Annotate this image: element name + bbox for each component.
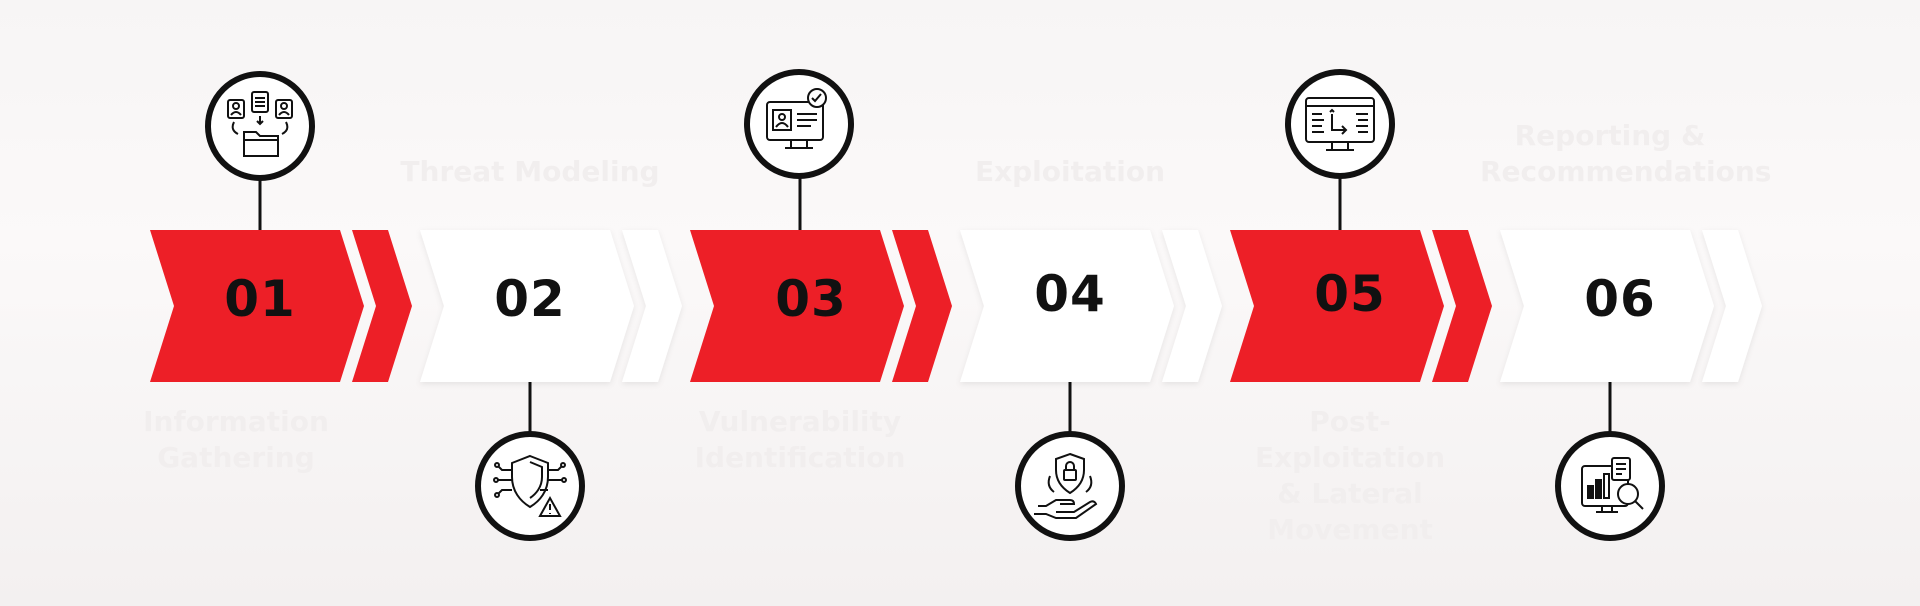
step-label-04: Exploitation [974, 155, 1166, 188]
monitor-id-check-icon [743, 68, 855, 180]
step-label-03: Vulnerability Identification [694, 405, 906, 474]
step-number-03: 03 [775, 270, 847, 328]
step-number-06: 06 [1584, 270, 1656, 328]
step-number-04: 04 [1034, 265, 1106, 323]
step-number-05: 05 [1314, 265, 1386, 323]
document-folder-icon [204, 70, 316, 182]
step-number-01: 01 [224, 270, 296, 328]
step-label-02: Threat Modeling [400, 155, 660, 188]
step-label-01: Information Gathering [143, 405, 329, 474]
step-number-02: 02 [494, 270, 566, 328]
process-timeline: 01 02 03 04 05 06 Information Gathering … [0, 0, 1920, 606]
monitor-code-icon [1284, 68, 1396, 180]
hand-shield-lock-icon [1014, 430, 1126, 542]
report-magnifier-icon [1554, 430, 1666, 542]
step-label-06: Reporting & Recommendations [1480, 119, 1772, 188]
step-label-05: Post-Exploitation & Lateral Movement [1254, 405, 1446, 546]
shield-warning-network-icon [474, 430, 586, 542]
